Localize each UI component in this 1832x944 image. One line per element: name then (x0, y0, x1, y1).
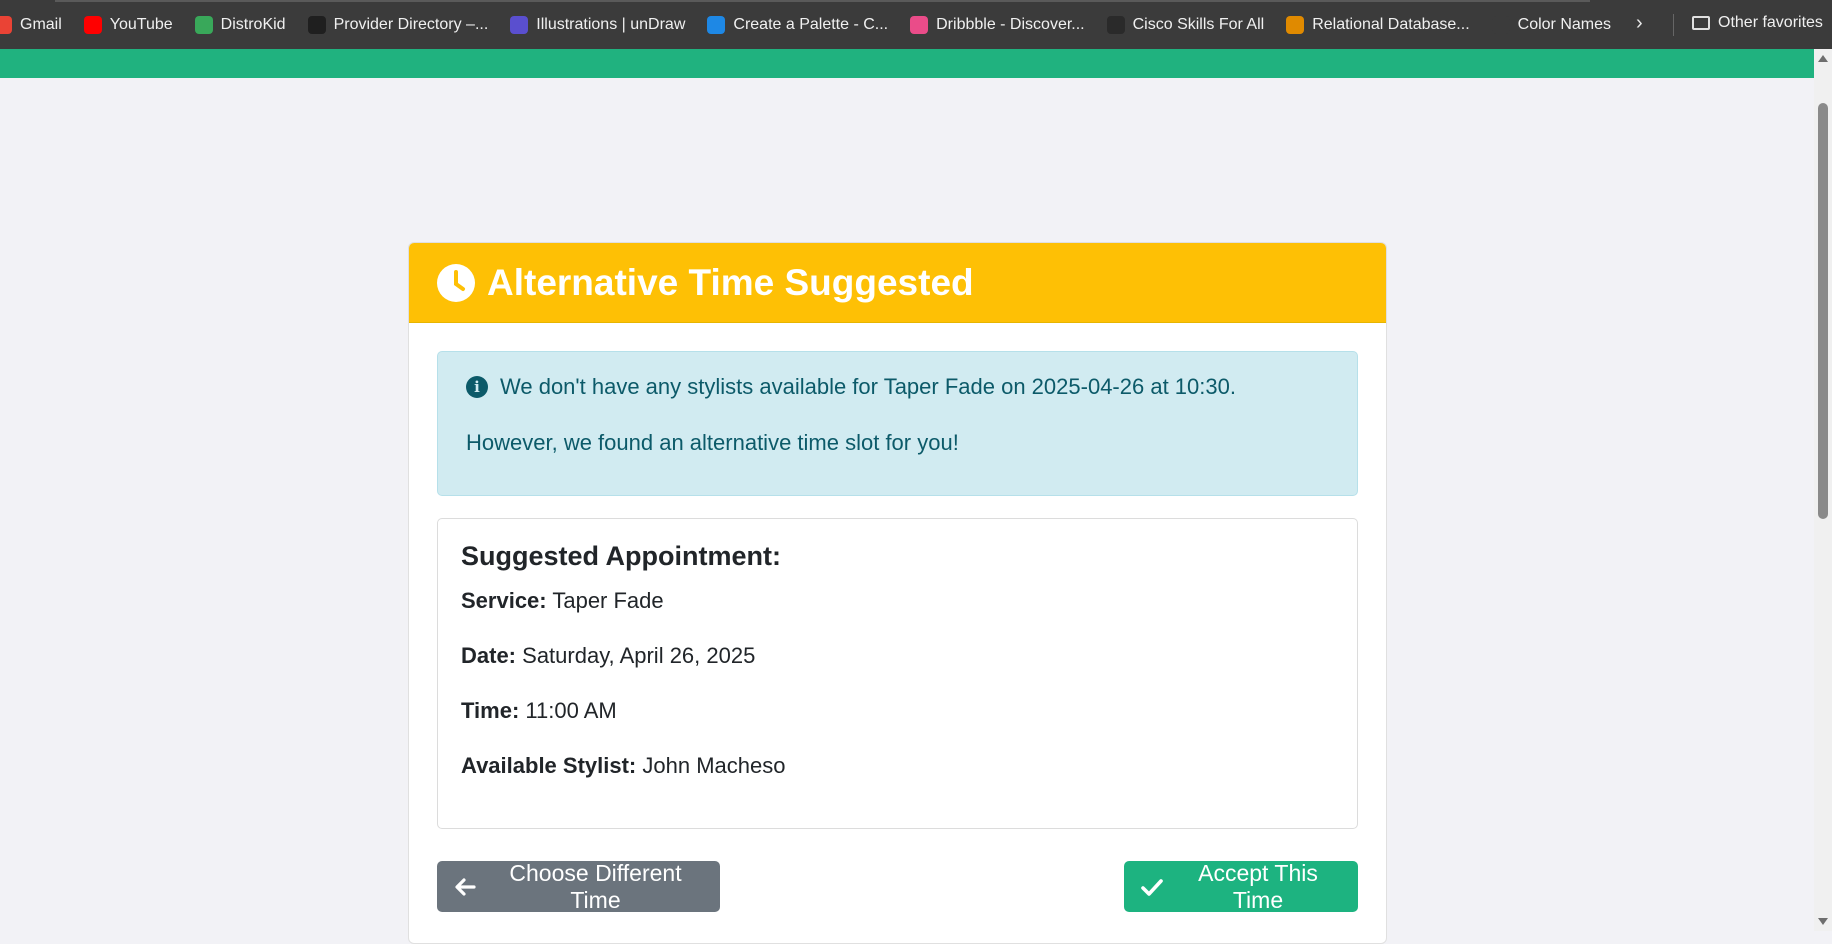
other-favorites-label: Other favorites (1718, 14, 1823, 31)
bookmark-item[interactable]: Gmail (0, 15, 62, 34)
bookmarks-bar: Gmail YouTube DistroKid Provider Directory … (0, 0, 1832, 49)
folder-icon (1692, 16, 1710, 30)
accept-time-button[interactable]: Accept This Time (1124, 859, 1358, 913)
bookmark-favicon-icon (1286, 15, 1305, 34)
bookmark-favicon-icon (1491, 15, 1510, 34)
date-label: Date: (461, 643, 517, 668)
bookmark-item[interactable]: Color Names (1491, 15, 1611, 34)
info-icon: i (466, 376, 488, 398)
tab-strip-edge (55, 0, 1590, 2)
bookmark-item[interactable]: Dribbble - Discover... (910, 15, 1085, 34)
bookmark-label: YouTube (109, 15, 173, 33)
back-button-label: Choose Different Time (509, 859, 682, 913)
time-row: Time: 11:00 AM (461, 698, 1334, 724)
alert-subtext: However, we found an alternative time sl… (466, 430, 959, 455)
bookmark-item[interactable]: Provider Directory –... (307, 15, 489, 34)
bookmark-label: DistroKid (220, 15, 286, 33)
bookmark-favicon-icon (707, 15, 726, 34)
info-alert: i We don't have any stylists available f… (437, 351, 1358, 496)
suggestion-card: Alternative Time Suggested i We don't ha… (408, 242, 1387, 944)
details-heading: Suggested Appointment: (461, 541, 781, 571)
other-favorites[interactable]: Other favorites (1692, 14, 1823, 32)
bookmark-favicon-icon (1106, 15, 1125, 34)
card-title: Alternative Time Suggested (487, 261, 974, 303)
bookmark-label: Gmail (20, 15, 62, 33)
date-value: Saturday, April 26, 2025 (522, 643, 756, 668)
bookmark-item[interactable]: YouTube (83, 15, 173, 34)
scroll-down-icon[interactable] (1818, 918, 1828, 925)
bookmark-favicon-icon (0, 15, 12, 34)
service-value: Taper Fade (552, 588, 664, 613)
bookmarks-divider (1673, 14, 1674, 36)
bookmark-item[interactable]: Create a Palette - C... (707, 15, 889, 34)
arrow-left-icon (455, 877, 476, 896)
clock-icon (437, 263, 475, 302)
scroll-thumb[interactable] (1818, 103, 1828, 519)
bookmarks-list: Gmail YouTube DistroKid Provider Directory … (0, 15, 1633, 34)
bookmark-favicon-icon (510, 15, 529, 34)
bookmark-favicon-icon (910, 15, 929, 34)
site-navbar (0, 49, 1814, 78)
bookmark-favicon-icon (194, 15, 213, 34)
bookmark-label: Provider Directory –... (333, 15, 489, 33)
bookmark-label: Color Names (1517, 15, 1611, 33)
bookmark-item[interactable]: DistroKid (194, 15, 286, 34)
date-row: Date: Saturday, April 26, 2025 (461, 643, 1334, 669)
service-label: Service: (461, 588, 547, 613)
bookmark-label: Create a Palette - C... (733, 15, 889, 33)
scroll-up-icon[interactable] (1818, 55, 1828, 62)
stylist-row: Available Stylist: John Macheso (461, 753, 1334, 779)
check-icon (1141, 878, 1163, 896)
alert-message: We don't have any stylists available for… (500, 374, 1236, 399)
stylist-label: Available Stylist: (461, 753, 637, 778)
time-value: 11:00 AM (525, 698, 617, 723)
chevron-right-icon[interactable]: › (1636, 12, 1643, 35)
choose-different-time-button[interactable]: Choose Different Time (437, 859, 720, 913)
scrollbar[interactable] (1814, 49, 1832, 931)
stylist-value: John Macheso (642, 753, 786, 778)
card-header: Alternative Time Suggested (409, 243, 1386, 323)
service-row: Service: Taper Fade (461, 588, 1334, 614)
time-label: Time: (461, 698, 520, 723)
bookmark-label: Dribbble - Discover... (936, 15, 1085, 33)
bookmark-favicon-icon (307, 15, 326, 34)
appointment-details: Suggested Appointment: Service: Taper Fa… (437, 518, 1358, 829)
bookmark-favicon-icon (83, 15, 102, 34)
bookmark-label: Cisco Skills For All (1132, 15, 1265, 33)
accept-button-label: Accept This Time (1198, 859, 1318, 913)
bookmark-label: Illustrations | unDraw (536, 15, 686, 33)
bookmark-item[interactable]: Illustrations | unDraw (510, 15, 686, 34)
bookmark-item[interactable]: Relational Database... (1286, 15, 1470, 34)
bookmark-label: Relational Database... (1312, 15, 1470, 33)
bookmark-item[interactable]: Cisco Skills For All (1106, 15, 1265, 34)
